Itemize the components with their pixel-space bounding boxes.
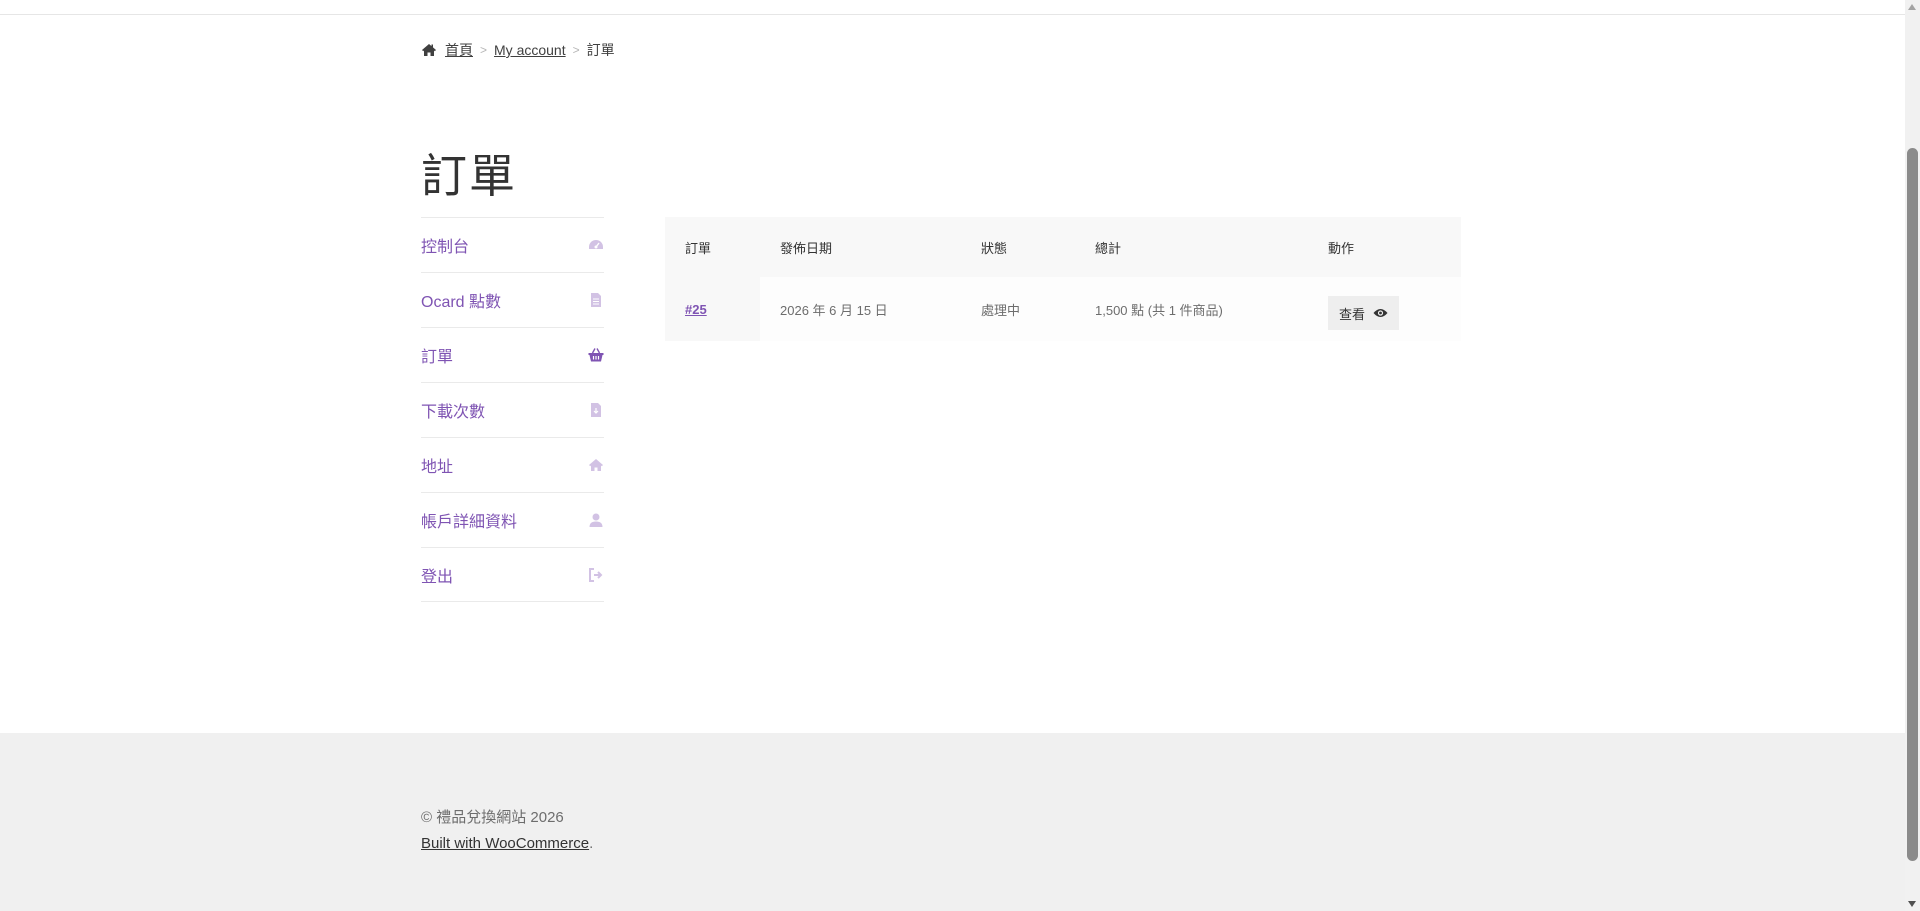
nav-item-label: 訂單 bbox=[421, 349, 454, 366]
page-title: 訂單 bbox=[421, 149, 517, 203]
column-header-total: 總計 bbox=[1095, 240, 1122, 256]
footer-info: © 禮品兌換網站 2026 Built with WooCommerce. bbox=[421, 805, 593, 857]
order-actions: 查看 bbox=[1308, 288, 1461, 330]
scrollbar-thumb[interactable] bbox=[1907, 148, 1918, 861]
nav-item-label: 下載次數 bbox=[421, 404, 486, 421]
footer-copyright: © 禮品兌換網站 2026 bbox=[421, 809, 564, 826]
order-number-link[interactable]: #25 bbox=[685, 302, 707, 317]
table-row: #25 2026 年 6 月 15 日 處理中 1,500 點 (共 1 件商品… bbox=[665, 277, 1461, 341]
order-status: 處理中 bbox=[981, 302, 1021, 318]
orders-table-header: 訂單 發佈日期 狀態 總計 動作 bbox=[665, 217, 1461, 277]
nav-item-label: 登出 bbox=[421, 568, 454, 586]
home-icon bbox=[589, 459, 603, 471]
document-icon bbox=[591, 293, 601, 307]
column-header-order: 訂單 bbox=[685, 240, 712, 256]
breadcrumb-separator: > bbox=[480, 43, 488, 57]
header-divider bbox=[0, 14, 1905, 15]
sign-out-icon bbox=[589, 567, 603, 582]
order-total: 1,500 點 (共 1 件商品) bbox=[1095, 302, 1223, 318]
dashboard-icon bbox=[589, 240, 603, 249]
breadcrumb-separator: > bbox=[572, 43, 580, 57]
nav-item-label: 地址 bbox=[421, 459, 454, 476]
scroll-down-arrow-icon[interactable] bbox=[1908, 901, 1916, 907]
order-number-cell: #25 bbox=[665, 277, 760, 341]
nav-item-ocard-points[interactable]: Ocard 點數 bbox=[421, 272, 604, 327]
nav-item-logout[interactable]: 登出 bbox=[421, 547, 604, 602]
column-header-status: 狀態 bbox=[981, 240, 1008, 256]
account-navigation: 控制台 Ocard 點數 訂單 下載次數 地址 帳戶詳細資料 登出 bbox=[421, 217, 604, 602]
nav-item-downloads[interactable]: 下載次數 bbox=[421, 382, 604, 437]
nav-item-account-details[interactable]: 帳戶詳細資料 bbox=[421, 492, 604, 547]
nav-item-label: 帳戶詳細資料 bbox=[421, 514, 518, 531]
view-order-button[interactable]: 查看 bbox=[1328, 296, 1400, 330]
footer-credit: Built with WooCommerce. bbox=[421, 831, 593, 857]
column-header-date: 發佈日期 bbox=[780, 240, 833, 256]
nav-item-addresses[interactable]: 地址 bbox=[421, 437, 604, 492]
site-footer: © 禮品兌換網站 2026 Built with WooCommerce. bbox=[0, 733, 1905, 911]
woocommerce-credit-link[interactable]: Built with WooCommerce bbox=[421, 835, 589, 852]
home-icon bbox=[422, 44, 436, 56]
basket-icon bbox=[588, 348, 604, 362]
column-header-actions: 動作 bbox=[1328, 240, 1355, 256]
scroll-up-arrow-icon[interactable] bbox=[1908, 4, 1916, 10]
file-download-icon bbox=[591, 403, 601, 417]
user-icon bbox=[589, 513, 603, 527]
page-scrollbar[interactable] bbox=[1905, 0, 1920, 911]
footer-period: . bbox=[589, 835, 594, 852]
nav-item-dashboard[interactable]: 控制台 bbox=[421, 217, 604, 272]
nav-item-label: 控制台 bbox=[421, 239, 470, 256]
breadcrumb: 首頁 > My account > 訂單 bbox=[421, 40, 615, 60]
nav-item-label: Ocard 點數 bbox=[421, 294, 502, 311]
orders-table: 訂單 發佈日期 狀態 總計 動作 #25 2026 年 6 月 15 日 處理中… bbox=[665, 217, 1461, 341]
view-button-label: 查看 bbox=[1339, 306, 1366, 322]
breadcrumb-home-link[interactable]: 首頁 bbox=[445, 40, 473, 60]
eye-icon bbox=[1373, 309, 1388, 317]
order-date: 2026 年 6 月 15 日 bbox=[780, 302, 888, 318]
nav-item-orders[interactable]: 訂單 bbox=[421, 327, 604, 382]
breadcrumb-current: 訂單 bbox=[586, 42, 615, 58]
breadcrumb-account-link[interactable]: My account bbox=[494, 42, 566, 58]
